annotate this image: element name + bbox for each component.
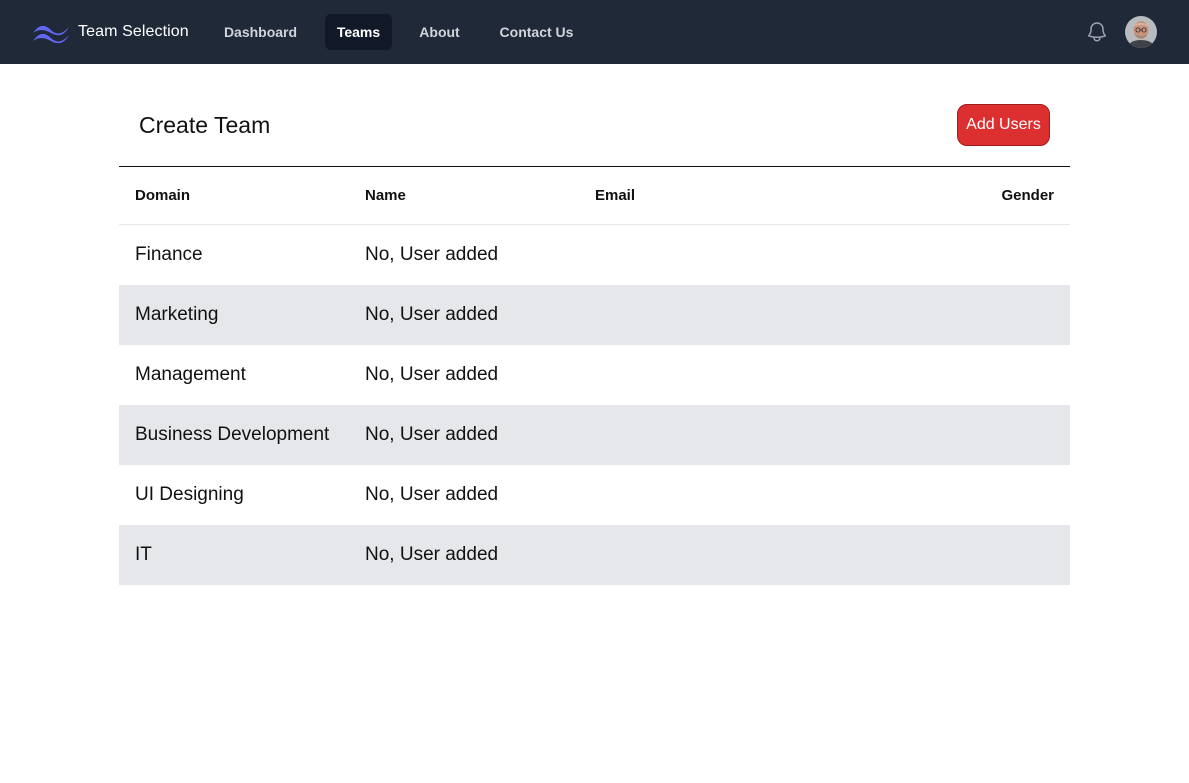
column-header-domain: Domain <box>135 187 191 204</box>
cell-name: No, User added <box>365 364 499 385</box>
table-row: UI Designing No, User added <box>119 465 1070 525</box>
nav-link-contact-us[interactable]: Contact Us <box>488 14 585 50</box>
bell-icon[interactable] <box>1085 20 1109 44</box>
table-row: Finance No, User added <box>119 225 1070 285</box>
column-header-gender: Gender <box>1001 187 1054 204</box>
avatar-image <box>1125 16 1157 48</box>
cell-name: No, User added <box>365 544 499 565</box>
cell-domain: UI Designing <box>135 484 244 505</box>
cell-domain: Finance <box>135 244 203 265</box>
cell-name: No, User added <box>365 304 499 325</box>
brand[interactable]: Team Selection <box>32 0 189 64</box>
table-header-row: Domain Name Email Gender <box>119 167 1070 225</box>
column-header-email: Email <box>595 187 636 204</box>
page-title: Create Team <box>139 112 271 138</box>
nav-link-teams[interactable]: Teams <box>325 14 392 50</box>
cell-name: No, User added <box>365 424 499 445</box>
cell-name: No, User added <box>365 484 499 505</box>
nav-link-dashboard[interactable]: Dashboard <box>213 14 308 50</box>
cell-domain: IT <box>135 544 152 565</box>
table-row: Management No, User added <box>119 345 1070 405</box>
column-header-name: Name <box>365 187 406 204</box>
cell-domain: Management <box>135 364 246 385</box>
table-row: Marketing No, User added <box>119 285 1070 345</box>
top-navbar: Team Selection Dashboard Teams About Con… <box>0 0 1189 64</box>
table-row: Business Development No, User added <box>119 405 1070 465</box>
nav-link-about[interactable]: About <box>408 14 471 50</box>
cell-domain: Marketing <box>135 304 219 325</box>
cell-domain: Business Development <box>135 424 330 445</box>
add-users-button[interactable]: Add Users <box>957 104 1050 146</box>
brand-logo-icon <box>33 25 69 43</box>
user-avatar[interactable] <box>1125 16 1157 48</box>
table-row: IT No, User added <box>119 525 1070 585</box>
brand-name: Team Selection <box>78 23 189 40</box>
cell-name: No, User added <box>365 244 499 265</box>
team-table: Domain Name Email Gender Finance No, Use… <box>119 166 1070 585</box>
